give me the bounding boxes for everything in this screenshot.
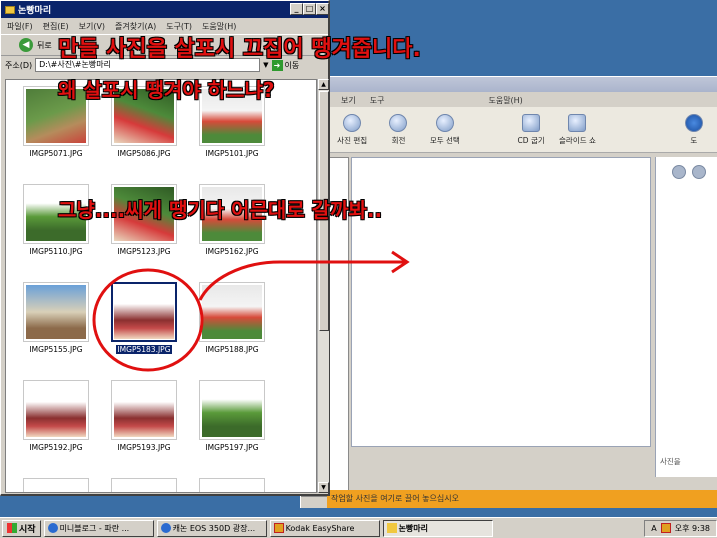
file-thumbnail[interactable]	[199, 282, 265, 342]
editor-status-bar: 작업할 사진을 여기로 끌어 놓으십시오	[327, 490, 717, 508]
file-name[interactable]: IMGP5110.JPG	[16, 247, 96, 256]
select-all-icon	[435, 113, 454, 132]
file-name[interactable]: IMGP5183.JPG	[116, 345, 172, 354]
menu-help[interactable]: 도움말(H)	[202, 21, 236, 32]
file-item[interactable]: IMGP5197.JPG	[192, 380, 272, 452]
language-indicator[interactable]: A	[651, 524, 656, 533]
menu-favorites[interactable]: 즐겨찾기(A)	[115, 21, 156, 32]
nav-next-button[interactable]	[692, 165, 706, 179]
task-explorer[interactable]: 논빵마리	[382, 519, 493, 537]
photo-image	[114, 285, 174, 339]
window-title: 논빵마리	[18, 6, 52, 16]
slideshow-icon	[568, 113, 587, 132]
file-name[interactable]: IMGP5123.JPG	[104, 247, 184, 256]
maximize-button[interactable]: □	[303, 3, 316, 15]
kodak-icon	[273, 523, 284, 533]
file-thumbnail[interactable]	[23, 380, 89, 440]
windows-logo-icon	[7, 523, 17, 533]
task-kodak[interactable]: Kodak EasyShare	[269, 519, 380, 537]
file-name[interactable]: IMGP5192.JPG	[16, 443, 96, 452]
file-item[interactable]: IMGP5193.JPG	[104, 380, 184, 452]
file-name[interactable]: IMGP5071.JPG	[16, 149, 96, 158]
editor-drop-area[interactable]	[351, 157, 651, 447]
side-text: 사진을	[660, 457, 681, 466]
file-thumbnail[interactable]	[111, 380, 177, 440]
file-name[interactable]: IMGP5101.JPG	[192, 149, 272, 158]
file-name[interactable]: IMGP5162.JPG	[192, 247, 272, 256]
easyshare-toolbar: 사진 편집 회전 모두 선택 CD 굽기 슬라이드 쇼 도	[301, 107, 717, 153]
easyshare-window: 보기 도구 도움말(H) 사진 편집 회전 모두 선택 CD 굽기 슬라이드 쇼…	[300, 76, 717, 508]
ie-icon	[47, 523, 58, 533]
edit-photo-button[interactable]: 사진 편집	[329, 107, 375, 152]
close-button[interactable]: ×	[316, 3, 329, 15]
file-name[interactable]: IMGP5193.JPG	[104, 443, 184, 452]
task-canon[interactable]: 캐논 EOS 350D 광장...	[156, 519, 267, 537]
scroll-down-button[interactable]: ▼	[318, 482, 329, 493]
annotation-line-1: 만들 사진을 살포시 끄집어 땡겨줍니다.	[58, 37, 421, 62]
editor-right-pane: 사진을	[655, 157, 717, 477]
file-thumbnail[interactable]	[23, 282, 89, 342]
menu-edit[interactable]: 편집(E)	[43, 21, 69, 32]
folder-icon	[5, 5, 15, 14]
rotate-button[interactable]: 회전	[375, 107, 421, 152]
photo-image	[202, 383, 262, 437]
photo-image	[202, 285, 262, 339]
menu-view[interactable]: 보기	[341, 95, 356, 106]
minimize-button[interactable]: _	[290, 3, 303, 15]
file-thumbnail[interactable]	[199, 380, 265, 440]
file-name[interactable]: IMGP5197.JPG	[192, 443, 272, 452]
scroll-up-button[interactable]: ▲	[318, 79, 329, 90]
slideshow-button[interactable]: 슬라이드 쇼	[554, 107, 600, 152]
explorer-titlebar[interactable]: 논빵마리 _ □ ×	[1, 1, 329, 18]
select-all-button[interactable]: 모두 선택	[422, 107, 468, 152]
menu-view[interactable]: 보기(V)	[79, 21, 105, 32]
file-item[interactable]: IMGP5155.JPG	[16, 282, 96, 354]
taskbar: 시작 미니블로그 - 파란 ... 캐논 EOS 350D 광장... Koda…	[0, 517, 717, 538]
edit-photo-icon	[343, 113, 362, 132]
nav-prev-button[interactable]	[672, 165, 686, 179]
menu-help[interactable]: 도움말(H)	[488, 95, 522, 106]
file-name[interactable]: IMGP5086.JPG	[104, 149, 184, 158]
back-button[interactable]: 뒤로	[37, 40, 52, 51]
file-thumbnail[interactable]	[111, 282, 177, 342]
cd-icon	[522, 113, 541, 132]
task-blog[interactable]: 미니블로그 - 파란 ...	[43, 519, 154, 537]
start-button[interactable]: 시작	[2, 519, 41, 537]
system-tray: A 오후 9:38	[644, 519, 717, 537]
folder-icon	[386, 523, 397, 533]
menu-file[interactable]: 파일(F)	[7, 21, 33, 32]
photo-image	[26, 383, 86, 437]
annotation-line-3: 그냥....씨게 땡기다 어믄대로 갈까봐..	[58, 198, 383, 222]
file-thumbnail[interactable]	[199, 478, 265, 492]
vertical-scrollbar[interactable]: ▲ ▼	[317, 79, 329, 493]
photo-image	[114, 383, 174, 437]
annotation-line-2: 왜 살포시 땡겨야 하느냐?	[58, 78, 275, 102]
file-item[interactable]: IMGP5183.JPG	[104, 282, 184, 355]
file-thumbnail[interactable]	[23, 478, 89, 492]
ie-icon	[160, 523, 171, 533]
help-icon	[684, 113, 703, 132]
menu-tools[interactable]: 도구	[370, 95, 385, 106]
file-item[interactable]: IMGP5188.JPG	[192, 282, 272, 354]
help-button[interactable]: 도	[671, 107, 717, 152]
rotate-icon	[389, 113, 408, 132]
easyshare-menubar: 보기 도구 도움말(H)	[301, 92, 717, 108]
file-name[interactable]: IMGP5155.JPG	[16, 345, 96, 354]
easyshare-titlebar	[301, 77, 717, 92]
file-item[interactable]: IMGP5192.JPG	[16, 380, 96, 452]
cd-burn-button[interactable]: CD 굽기	[508, 107, 554, 152]
clock: 오후 9:38	[674, 523, 710, 533]
menu-tools[interactable]: 도구(T)	[166, 21, 192, 32]
photo-image	[26, 285, 86, 339]
file-name[interactable]: IMGP5188.JPG	[192, 345, 272, 354]
file-list: IMGP5071.JPG IMGP5086.JPG IMGP5101.JPG IMGP…	[5, 79, 317, 493]
back-icon[interactable]: ◀	[19, 38, 33, 52]
file-thumbnail[interactable]	[111, 478, 177, 492]
kodak-tray-icon[interactable]	[660, 523, 671, 533]
address-label: 주소(D)	[5, 60, 33, 70]
